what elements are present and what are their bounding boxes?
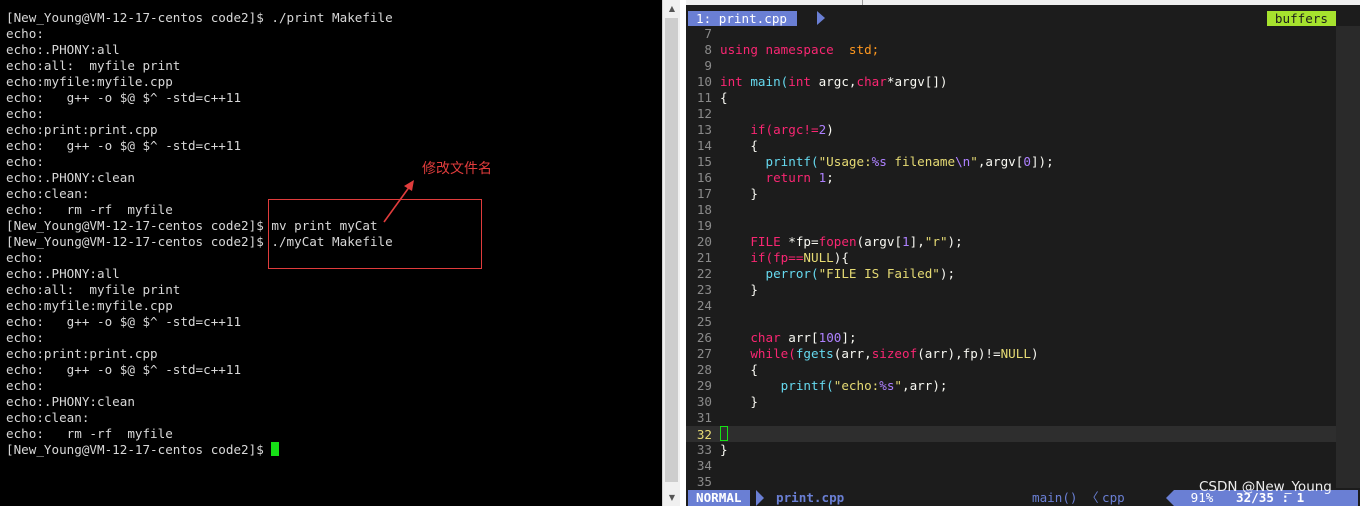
tab-arrow-icon bbox=[817, 11, 825, 25]
tab-print-cpp[interactable]: 1: print.cpp bbox=[688, 11, 797, 26]
code-line: 27 while(fgets(arr,sizeof(arr),fp)!=NULL… bbox=[696, 346, 1039, 361]
code-line: 11{ bbox=[696, 90, 728, 105]
code-line: 25 bbox=[696, 314, 712, 329]
mode-arrow-icon bbox=[756, 490, 764, 506]
status-function: main() bbox=[1032, 490, 1078, 505]
status-separator: 〈 bbox=[1086, 490, 1099, 505]
status-filename: print.cpp bbox=[776, 490, 845, 505]
code-line: 7 bbox=[704, 26, 712, 41]
code-area[interactable]: 7 8 using namespace std; 9 10 int main(int… bbox=[686, 26, 1336, 490]
code-line: 31 bbox=[696, 410, 712, 425]
code-line: 9 bbox=[704, 58, 712, 73]
code-line: 20 FILE *fp=fopen(argv[1],"r"); bbox=[696, 234, 963, 249]
code-line: 22 perror("FILE IS Failed"); bbox=[696, 266, 956, 281]
code-line: 24 bbox=[696, 298, 712, 313]
mode-indicator: NORMAL bbox=[688, 490, 750, 506]
scroll-up-icon[interactable]: ▲ bbox=[663, 0, 681, 17]
code-line: 33} bbox=[696, 442, 728, 457]
window-top-strip bbox=[686, 0, 1360, 5]
status-filetype: cpp bbox=[1102, 490, 1125, 505]
current-code-line[interactable]: 32 bbox=[686, 426, 1336, 442]
code-line: 13 if(argc!=2) bbox=[696, 122, 834, 137]
code-line: 30 } bbox=[696, 394, 758, 409]
scrollbar-thumb[interactable] bbox=[665, 18, 678, 482]
watermark: CSDN @New_Young bbox=[1199, 479, 1332, 495]
code-line: 8 using namespace std; bbox=[704, 42, 880, 57]
vim-cursor bbox=[720, 426, 728, 441]
code-line: 26 char arr[100]; bbox=[696, 330, 857, 345]
code-line: 28 { bbox=[696, 362, 758, 377]
code-line: 17 } bbox=[696, 186, 758, 201]
percent-arrow-icon bbox=[1166, 490, 1174, 506]
code-line: 14 { bbox=[696, 138, 758, 153]
code-line: 29 printf("echo:%s",arr); bbox=[696, 378, 948, 393]
code-line: 16 return 1; bbox=[696, 170, 834, 185]
vim-side-gutter bbox=[1336, 26, 1360, 488]
scroll-down-icon[interactable]: ▼ bbox=[663, 489, 681, 506]
code-line: 10 int main(int argc,char*argv[]) bbox=[696, 74, 948, 89]
buffers-label[interactable]: buffers bbox=[1266, 11, 1336, 26]
code-line: 12 bbox=[696, 106, 712, 121]
code-line: 18 bbox=[696, 202, 712, 217]
code-line: 21 if(fp==NULL){ bbox=[696, 250, 849, 265]
code-line: 15 printf("Usage:%s filename\n",argv[0])… bbox=[696, 154, 1054, 169]
code-line: 23 } bbox=[696, 282, 758, 297]
vim-tabline: 1: print.cpp buffers bbox=[686, 10, 1360, 27]
code-line: 34 bbox=[696, 458, 712, 473]
terminal-window[interactable]: [New_Young@VM-12-17-centos code2]$ ./pri… bbox=[0, 0, 662, 506]
vim-editor[interactable]: 1: print.cpp buffers 7 8 using namespace … bbox=[686, 0, 1360, 506]
annotation-arrow-icon bbox=[383, 180, 414, 223]
terminal-scrollbar[interactable]: ▲ ▼ bbox=[662, 0, 681, 506]
code-line: 19 bbox=[696, 218, 712, 233]
